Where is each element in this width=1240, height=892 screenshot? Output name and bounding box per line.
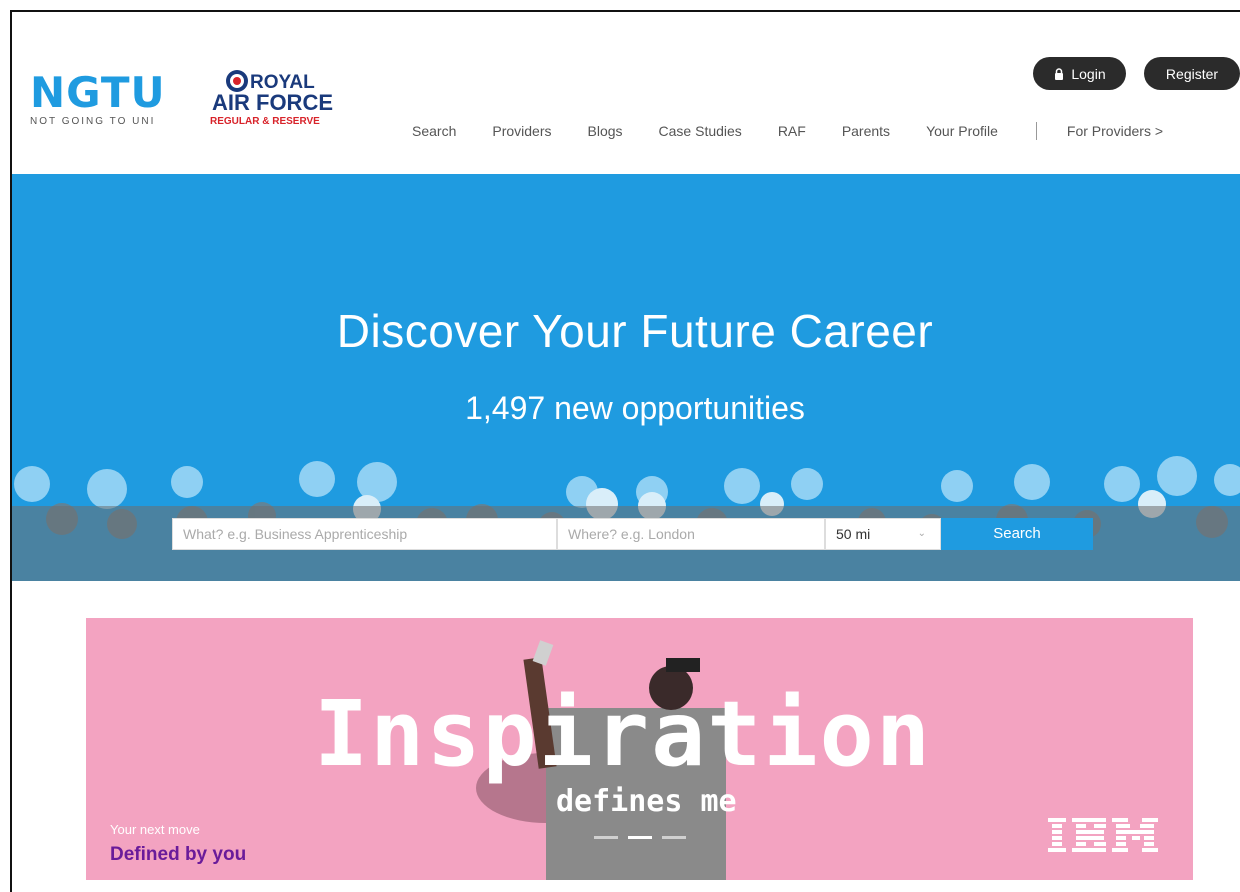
banner-subline: defines me <box>556 784 737 819</box>
lock-icon <box>1053 67 1065 80</box>
login-button[interactable]: Login <box>1033 57 1126 90</box>
radius-select[interactable]: 50 mi ⌄ <box>825 518 941 550</box>
hero-title: Discover Your Future Career <box>336 305 934 357</box>
hero-section: Discover Your Future Career 1,497 new op… <box>12 174 1240 581</box>
login-label: Login <box>1071 65 1106 82</box>
register-label: Register <box>1165 65 1219 82</box>
page-frame: NGTU NOT GOING TO UNI ROYAL AIR FORCE RE… <box>10 10 1240 892</box>
ngtu-logo-mark: NGTU <box>30 68 166 117</box>
radius-value: 50 mi <box>836 526 871 542</box>
raf-logo[interactable]: ROYAL AIR FORCE REGULAR & RESERVE <box>210 68 350 134</box>
carousel-dot[interactable] <box>662 836 686 839</box>
raf-roundel-icon <box>226 70 248 92</box>
nav-item-case-studies[interactable]: Case Studies <box>659 123 742 139</box>
chevron-down-icon: ⌄ <box>917 528 926 539</box>
ngtu-logo-tagline: NOT GOING TO UNI <box>30 116 156 127</box>
banner-next-move: Your next move <box>110 822 200 837</box>
nav-item-providers[interactable]: Providers <box>492 123 551 139</box>
nav-item-for-providers[interactable]: For Providers > <box>1067 123 1163 139</box>
nav-item-search[interactable]: Search <box>412 123 456 139</box>
ngtu-logo[interactable]: NGTU NOT GOING TO UNI <box>30 72 190 132</box>
promo-banner[interactable]: Inspiration defines me Your next move De… <box>86 618 1193 880</box>
nav-item-your-profile[interactable]: Your Profile <box>926 123 998 139</box>
main-nav: Search Providers Blogs Case Studies RAF … <box>412 120 1163 142</box>
nav-item-parents[interactable]: Parents <box>842 123 890 139</box>
hero-subtitle: 1,497 new opportunities <box>465 390 805 426</box>
site-header: NGTU NOT GOING TO UNI ROYAL AIR FORCE RE… <box>12 12 1240 174</box>
nav-divider <box>1035 122 1037 140</box>
banner-headline: Inspiration <box>314 682 933 787</box>
banner-defined-by-you: Defined by you <box>110 844 247 865</box>
what-search-input[interactable]: What? e.g. Business Apprenticeship <box>172 518 557 550</box>
nav-item-blogs[interactable]: Blogs <box>588 123 623 139</box>
register-button[interactable]: Register <box>1144 57 1240 90</box>
nav-item-raf[interactable]: RAF <box>778 123 806 139</box>
carousel-dot-active[interactable] <box>628 836 652 839</box>
raf-logo-line2: AIR FORCE <box>212 90 333 115</box>
where-search-input[interactable]: Where? e.g. London <box>557 518 825 550</box>
carousel-dots <box>594 836 686 839</box>
search-button[interactable]: Search <box>941 518 1093 550</box>
raf-logo-line3: REGULAR & RESERVE <box>210 116 320 127</box>
ibm-logo <box>1048 818 1158 852</box>
carousel-dot[interactable] <box>594 836 618 839</box>
